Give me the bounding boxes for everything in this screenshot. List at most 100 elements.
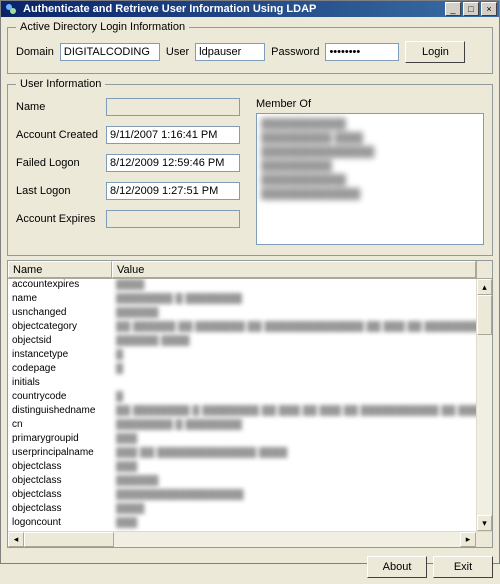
grid-header-scroll-cap bbox=[476, 261, 492, 278]
last-field bbox=[106, 182, 240, 200]
scroll-left-button[interactable]: ◂ bbox=[8, 532, 24, 547]
table-row[interactable]: objectclass██████ bbox=[8, 475, 492, 489]
attr-name-cell: objectclass bbox=[8, 475, 112, 489]
title-bar: Authenticate and Retrieve User Informati… bbox=[1, 1, 499, 17]
attr-value-cell: ██████ bbox=[112, 307, 492, 321]
attr-name-cell: codepage bbox=[8, 363, 112, 377]
table-row[interactable]: accountexpires████ bbox=[8, 279, 492, 293]
memberof-list[interactable]: ██████████████████████ █████████████████… bbox=[256, 113, 484, 245]
attr-name-cell: cn bbox=[8, 419, 112, 433]
attr-name-cell: distinguishedname bbox=[8, 405, 112, 419]
maximize-button[interactable]: □ bbox=[463, 2, 479, 16]
grid-header-value[interactable]: Value bbox=[112, 261, 476, 278]
attr-value-cell: ████████ █ ████████ bbox=[112, 293, 492, 307]
table-row[interactable]: initials bbox=[8, 377, 492, 391]
vertical-scrollbar[interactable]: ▴ ▾ bbox=[476, 279, 492, 531]
table-row[interactable]: codepage█ bbox=[8, 363, 492, 377]
expires-field bbox=[106, 210, 240, 228]
table-row[interactable]: userprincipalname███ ██ ██████████████ █… bbox=[8, 447, 492, 461]
table-row[interactable]: logoncount███ bbox=[8, 517, 492, 531]
user-input[interactable] bbox=[195, 43, 265, 61]
horizontal-scrollbar[interactable]: ◂ ▸ bbox=[8, 531, 492, 547]
failed-label: Failed Logon bbox=[16, 157, 106, 169]
login-button[interactable]: Login bbox=[405, 41, 465, 63]
table-row[interactable]: objectclass████ bbox=[8, 503, 492, 517]
attr-name-cell: instancetype bbox=[8, 349, 112, 363]
grid-header-name[interactable]: Name bbox=[8, 261, 112, 278]
table-row[interactable]: usnchanged██████ bbox=[8, 307, 492, 321]
vscroll-thumb[interactable] bbox=[477, 295, 492, 335]
memberof-pane: Member Of ██████████████████████ ███████… bbox=[256, 98, 484, 245]
footer-buttons: About Exit bbox=[7, 552, 493, 578]
attributes-grid: Name Value accountexpires████name███████… bbox=[7, 260, 493, 548]
domain-label: Domain bbox=[16, 46, 54, 58]
expires-label: Account Expires bbox=[16, 213, 106, 225]
created-field bbox=[106, 126, 240, 144]
userinfo-fields: Name Account Created Failed Logon Last L… bbox=[16, 98, 246, 245]
minimize-button[interactable]: _ bbox=[445, 2, 461, 16]
table-row[interactable]: primarygroupid███ bbox=[8, 433, 492, 447]
exit-button[interactable]: Exit bbox=[433, 556, 493, 578]
app-window: Authenticate and Retrieve User Informati… bbox=[0, 0, 500, 564]
password-input[interactable] bbox=[325, 43, 399, 61]
attr-value-cell: ███ ██ ██████████████ ████ bbox=[112, 447, 492, 461]
attr-value-cell: █ bbox=[112, 363, 492, 377]
attr-name-cell: usnchanged bbox=[8, 307, 112, 321]
name-label: Name bbox=[16, 101, 106, 113]
scroll-right-button[interactable]: ▸ bbox=[460, 532, 476, 547]
memberof-content: ██████████████████████ █████████████████… bbox=[261, 118, 479, 202]
client-area: Active Directory Login Information Domai… bbox=[1, 17, 499, 584]
attr-name-cell: accountexpires bbox=[8, 279, 112, 293]
scroll-up-button[interactable]: ▴ bbox=[477, 279, 492, 295]
table-row[interactable]: objectcategory██ ██████ ██ ███████ ██ ██… bbox=[8, 321, 492, 335]
login-row: Domain User Password Login bbox=[16, 41, 484, 63]
attr-value-cell: ██████ ████ bbox=[112, 335, 492, 349]
domain-input[interactable] bbox=[60, 43, 160, 61]
table-row[interactable]: cn████████ █ ████████ bbox=[8, 419, 492, 433]
about-button[interactable]: About bbox=[367, 556, 427, 578]
grid-body[interactable]: accountexpires████name████████ █ ███████… bbox=[8, 279, 492, 531]
vscroll-track[interactable] bbox=[477, 295, 492, 515]
attr-name-cell: objectclass bbox=[8, 461, 112, 475]
attr-name-cell: logoncount bbox=[8, 517, 112, 531]
created-label: Account Created bbox=[16, 129, 106, 141]
table-row[interactable]: objectclass██████████████████ bbox=[8, 489, 492, 503]
attr-name-cell: userprincipalname bbox=[8, 447, 112, 461]
attr-name-cell: objectclass bbox=[8, 489, 112, 503]
table-row[interactable]: instancetype█ bbox=[8, 349, 492, 363]
attr-value-cell: █ bbox=[112, 391, 492, 405]
attr-name-cell: objectsid bbox=[8, 335, 112, 349]
hscroll-thumb[interactable] bbox=[24, 532, 114, 547]
scroll-down-button[interactable]: ▾ bbox=[477, 515, 492, 531]
attr-name-cell: name bbox=[8, 293, 112, 307]
attr-name-cell: initials bbox=[8, 377, 112, 391]
login-legend: Active Directory Login Information bbox=[16, 21, 189, 33]
attr-value-cell bbox=[112, 377, 492, 391]
grid-header: Name Value bbox=[8, 261, 492, 279]
table-row[interactable]: countrycode█ bbox=[8, 391, 492, 405]
close-button[interactable]: × bbox=[481, 2, 497, 16]
attr-name-cell: primarygroupid bbox=[8, 433, 112, 447]
attr-value-cell: ████████ █ ████████ bbox=[112, 419, 492, 433]
table-row[interactable]: objectsid██████ ████ bbox=[8, 335, 492, 349]
attr-name-cell: objectcategory bbox=[8, 321, 112, 335]
attr-value-cell: █ bbox=[112, 349, 492, 363]
attr-name-cell: objectclass bbox=[8, 503, 112, 517]
attr-value-cell: ██████ bbox=[112, 475, 492, 489]
app-icon bbox=[3, 1, 19, 17]
table-row[interactable]: objectclass███ bbox=[8, 461, 492, 475]
attr-value-cell: ██████████████████ bbox=[112, 489, 492, 503]
password-label: Password bbox=[271, 46, 319, 58]
attr-name-cell: countrycode bbox=[8, 391, 112, 405]
attr-value-cell: ██ ████████ █ ████████ ██ ███ ██ ███ ██ … bbox=[112, 405, 492, 419]
hscroll-track[interactable] bbox=[24, 532, 460, 547]
scroll-corner bbox=[476, 532, 492, 547]
attr-value-cell: ██ ██████ ██ ███████ ██ ██████████████ █… bbox=[112, 321, 492, 335]
table-row[interactable]: distinguishedname██ ████████ █ ████████ … bbox=[8, 405, 492, 419]
attr-value-cell: ███ bbox=[112, 433, 492, 447]
user-label: User bbox=[166, 46, 189, 58]
window-title: Authenticate and Retrieve User Informati… bbox=[23, 3, 443, 15]
attr-value-cell: ████ bbox=[112, 279, 492, 293]
userinfo-group: User Information Name Account Created Fa… bbox=[7, 78, 493, 256]
table-row[interactable]: name████████ █ ████████ bbox=[8, 293, 492, 307]
